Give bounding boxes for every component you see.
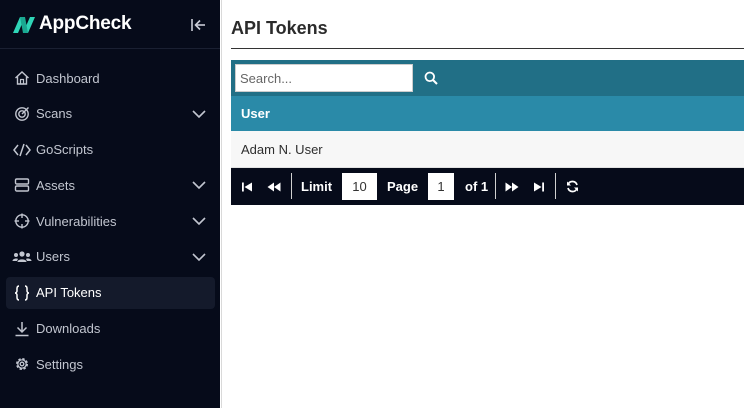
pager-divider <box>291 173 292 199</box>
braces-icon <box>12 283 32 303</box>
chevron-down-icon[interactable] <box>191 107 207 121</box>
pagination-bar: Limit Page of 1 <box>231 168 744 205</box>
rewind-icon <box>267 182 281 191</box>
sidebar-item-label: GoScripts <box>36 142 94 158</box>
sidebar-item-label: Vulnerabilities <box>36 213 117 229</box>
code-icon <box>12 140 32 160</box>
sidebar-item-label: API Tokens <box>36 285 102 301</box>
download-icon <box>12 319 32 339</box>
next-page-button[interactable] <box>501 168 523 205</box>
sidebar-item-settings[interactable]: Settings <box>6 348 215 380</box>
pager-divider <box>555 173 556 199</box>
server-icon <box>12 175 32 195</box>
title-divider <box>231 48 744 49</box>
sidebar-item-label: Scans <box>36 106 73 122</box>
sidebar-item-label: Settings <box>36 356 83 372</box>
pager-divider <box>495 173 496 199</box>
target-icon <box>12 104 32 124</box>
sidebar-item-scans[interactable]: Scans <box>6 98 215 130</box>
skip-first-icon <box>242 182 252 191</box>
sidebar-item-users[interactable]: Users <box>6 241 215 273</box>
table-header: User <box>231 96 744 131</box>
collapse-left-icon <box>191 19 205 31</box>
chevron-down-icon[interactable] <box>191 214 207 228</box>
main-border <box>221 0 222 408</box>
gear-icon <box>12 354 32 374</box>
skip-last-icon <box>534 182 544 191</box>
sidebar-item-label: Assets <box>36 177 76 193</box>
table-row[interactable]: Adam N. User <box>231 131 744 168</box>
column-header-user[interactable]: User <box>241 106 270 121</box>
limit-label: Limit <box>301 179 333 194</box>
search-icon <box>424 71 438 85</box>
table-cell-user: Adam N. User <box>241 141 323 157</box>
first-page-button[interactable] <box>237 168 257 205</box>
app-logo[interactable]: AppCheck <box>11 10 132 38</box>
sidebar-item-assets[interactable]: Assets <box>6 169 215 201</box>
refresh-button[interactable] <box>562 168 582 205</box>
fast-forward-icon <box>505 182 519 191</box>
sidebar-item-dashboard[interactable]: Dashboard <box>6 62 215 94</box>
chevron-down-icon[interactable] <box>191 178 207 192</box>
sidebar-item-label: Downloads <box>36 321 101 337</box>
sidebar: AppCheck Dashboard Scans GoScripts Asset… <box>0 0 220 408</box>
search-button[interactable] <box>421 68 441 88</box>
app-name: AppCheck <box>39 13 132 34</box>
home-icon <box>12 68 32 88</box>
sidebar-nav: Dashboard Scans GoScripts Assets Vulnera… <box>6 62 215 384</box>
refresh-icon <box>566 180 578 193</box>
page-input[interactable] <box>428 173 454 200</box>
search-bar <box>231 60 744 96</box>
appcheck-logo-icon <box>13 17 35 33</box>
limit-input[interactable] <box>342 173 377 200</box>
sidebar-item-label: Users <box>36 249 70 265</box>
sidebar-divider <box>0 48 220 49</box>
users-icon <box>12 247 32 267</box>
sidebar-item-vulnerabilities[interactable]: Vulnerabilities <box>6 205 215 237</box>
last-page-button[interactable] <box>529 168 549 205</box>
page-label: Page <box>387 179 419 194</box>
previous-page-button[interactable] <box>263 168 285 205</box>
chevron-down-icon[interactable] <box>191 250 207 264</box>
sidebar-item-goscripts[interactable]: GoScripts <box>6 134 215 166</box>
sidebar-item-downloads[interactable]: Downloads <box>6 313 215 345</box>
sidebar-item-api-tokens[interactable]: API Tokens <box>6 276 215 309</box>
page-count-label: of 1 <box>465 179 489 194</box>
collapse-sidebar-button[interactable] <box>186 14 210 36</box>
page-title: API Tokens <box>231 18 328 38</box>
crosshair-icon <box>12 211 32 231</box>
search-input[interactable] <box>235 64 413 92</box>
api-tokens-table: User Adam N. User Limit Page of 1 <box>231 60 744 205</box>
sidebar-item-label: Dashboard <box>36 70 100 86</box>
